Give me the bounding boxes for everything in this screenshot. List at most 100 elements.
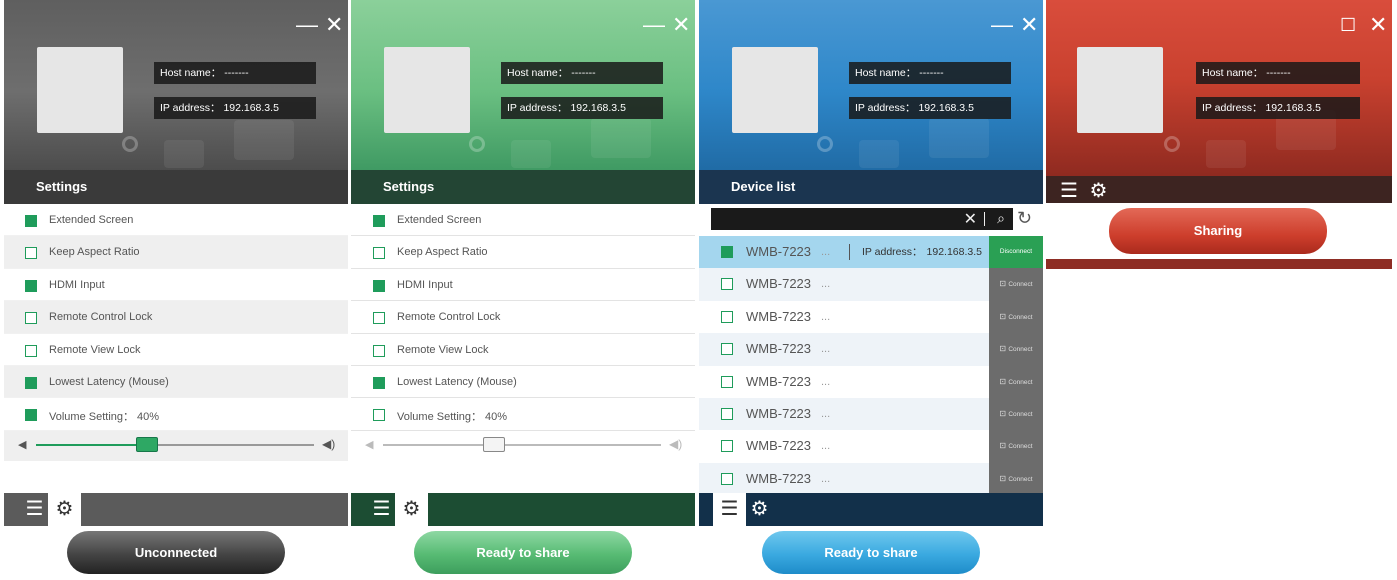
settings-row[interactable]: Remote View Lock (351, 334, 695, 366)
checkbox[interactable] (373, 344, 385, 357)
checkbox[interactable] (721, 408, 733, 420)
checkbox[interactable] (373, 409, 385, 422)
checkbox[interactable] (721, 278, 733, 291)
volume-up-icon[interactable]: ◀) (322, 437, 335, 451)
more-icon[interactable]: ... (821, 408, 830, 420)
more-icon[interactable]: ... (821, 246, 830, 258)
settings-row[interactable]: Extended Screen (351, 204, 695, 237)
search-input[interactable]: ✕ ⌕ (711, 208, 1013, 230)
slider-track[interactable] (383, 437, 661, 452)
maximize-icon[interactable]: ☐ (1340, 14, 1356, 36)
checkbox[interactable] (25, 312, 37, 325)
checkbox[interactable] (25, 247, 37, 260)
minimize-icon[interactable]: — (991, 14, 1013, 36)
list-icon[interactable]: ☰ (713, 493, 746, 526)
status-button[interactable]: Ready to share (762, 531, 980, 574)
list-icon[interactable]: ☰ (365, 493, 398, 526)
device-row[interactable]: WMB-7223... ⊡ Connect (699, 462, 1043, 496)
more-icon[interactable]: ... (821, 343, 830, 355)
background-decoration (591, 118, 651, 158)
gear-icon[interactable]: ⚙ (743, 493, 776, 526)
clear-icon[interactable]: ✕ (964, 209, 977, 229)
status-button[interactable]: Unconnected (67, 531, 285, 574)
device-row[interactable]: WMB-7223... ⊡ Connect (699, 300, 1043, 334)
settings-row[interactable]: Keep Aspect Ratio (351, 236, 695, 269)
settings-row-label: Remote View Lock (49, 343, 141, 356)
section-title: Settings (383, 179, 435, 194)
slider-handle[interactable] (136, 437, 159, 452)
checkbox[interactable] (25, 409, 37, 422)
search-icon[interactable]: ⌕ (997, 210, 1005, 227)
checkbox[interactable] (25, 344, 37, 357)
volume-slider[interactable]: ◀ ◀) (4, 431, 348, 461)
slider-track[interactable] (36, 437, 314, 452)
close-icon[interactable]: ✕ (1020, 14, 1038, 36)
status-button[interactable]: Sharing (1109, 208, 1327, 254)
minimize-icon[interactable]: — (296, 14, 318, 36)
settings-row[interactable]: Volume Setting： 40% (4, 398, 348, 431)
list-icon[interactable]: ☰ (18, 493, 51, 526)
settings-row[interactable]: Extended Screen (4, 204, 348, 237)
device-row[interactable]: WMB-7223... ⊡ Connect (699, 268, 1043, 301)
minimize-icon[interactable]: — (643, 14, 665, 36)
settings-row[interactable]: Lowest Latency (Mouse) (4, 365, 348, 399)
checkbox[interactable] (721, 310, 733, 323)
checkbox[interactable] (721, 375, 733, 388)
close-icon[interactable]: ✕ (325, 14, 343, 36)
refresh-icon[interactable]: ↻ (1017, 208, 1032, 229)
more-icon[interactable]: ... (821, 440, 830, 452)
list-icon[interactable]: ☰ (1060, 180, 1078, 202)
checkbox[interactable] (25, 215, 37, 227)
settings-row[interactable]: Volume Setting： 40% (351, 398, 695, 431)
connect-button[interactable]: ⊡ Connect (989, 300, 1043, 334)
close-icon[interactable]: ✕ (1369, 14, 1387, 36)
more-icon[interactable]: ... (821, 311, 830, 323)
volume-down-icon[interactable]: ◀ (365, 438, 373, 451)
connect-button[interactable]: ⊡ Connect (989, 462, 1043, 496)
checkbox[interactable] (25, 376, 37, 389)
connect-button[interactable]: ⊡ Connect (989, 430, 1043, 463)
disconnect-button[interactable]: Disconnect (989, 236, 1043, 269)
settings-row[interactable]: Keep Aspect Ratio (4, 236, 348, 269)
volume-down-icon[interactable]: ◀ (18, 438, 26, 451)
settings-row[interactable]: Remote View Lock (4, 334, 348, 366)
volume-up-icon[interactable]: ◀) (669, 437, 682, 451)
checkbox[interactable] (373, 215, 385, 227)
settings-row[interactable]: Remote Control Lock (4, 301, 348, 334)
gear-icon[interactable]: ⚙ (395, 493, 428, 526)
settings-row[interactable]: HDMI Input (4, 269, 348, 302)
panel-device-list: — ✕ Host name： ------- IP address： 192.1… (699, 0, 1043, 580)
checkbox[interactable] (721, 472, 733, 485)
close-icon[interactable]: ✕ (672, 14, 690, 36)
checkbox[interactable] (721, 440, 733, 453)
device-row[interactable]: WMB-7223... ⊡ Connect (699, 333, 1043, 366)
checkbox[interactable] (721, 343, 733, 356)
gear-icon[interactable]: ⚙ (48, 493, 81, 526)
settings-row[interactable]: HDMI Input (351, 269, 695, 302)
checkbox[interactable] (25, 279, 37, 292)
device-row[interactable]: WMB-7223... ⊡ Connect (699, 398, 1043, 431)
connect-button[interactable]: ⊡ Connect (989, 398, 1043, 431)
device-row[interactable]: WMB-7223... ⊡ Connect (699, 365, 1043, 398)
connect-button[interactable]: ⊡ Connect (989, 333, 1043, 366)
status-button[interactable]: Ready to share (414, 531, 632, 574)
checkbox[interactable] (721, 246, 733, 258)
connect-button[interactable]: ⊡ Connect (989, 365, 1043, 398)
slider-handle[interactable] (483, 437, 506, 452)
checkbox[interactable] (373, 312, 385, 325)
checkbox[interactable] (373, 247, 385, 260)
device-row[interactable]: WMB-7223... ⊡ Connect (699, 430, 1043, 463)
more-icon[interactable]: ... (821, 473, 830, 485)
checkbox[interactable] (373, 376, 385, 389)
device-row[interactable]: WMB-7223... IP address： 192.168.3.5 Disconn… (699, 236, 1043, 269)
volume-slider[interactable]: ◀ ◀) (351, 431, 695, 461)
more-icon[interactable]: ... (821, 376, 830, 388)
link-icon (817, 136, 833, 152)
settings-row[interactable]: Lowest Latency (Mouse) (351, 366, 695, 399)
background-decoration (234, 120, 294, 160)
gear-icon[interactable]: ⚙ (1090, 180, 1108, 202)
settings-row[interactable]: Remote Control Lock (351, 301, 695, 334)
connect-button[interactable]: ⊡ Connect (989, 268, 1043, 301)
more-icon[interactable]: ... (821, 278, 830, 290)
checkbox[interactable] (373, 279, 385, 292)
